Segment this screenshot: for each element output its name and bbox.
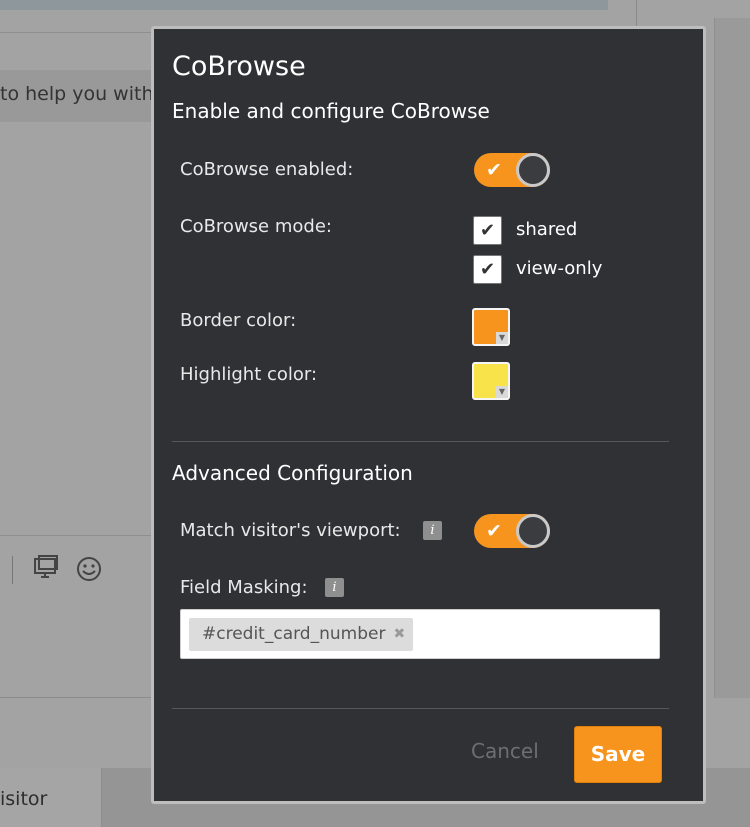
field-masking-input[interactable]: #credit_card_number ✖ (180, 609, 660, 659)
chat-message: to help you with (0, 70, 170, 122)
mask-tag-label: #credit_card_number (202, 624, 386, 644)
view-only-checkbox[interactable]: ✔ (473, 255, 502, 284)
highlight-color-label: Highlight color: (180, 364, 318, 385)
highlight-color-picker[interactable]: ▼ (472, 362, 510, 400)
shared-label: shared (516, 219, 578, 240)
toggle-knob (516, 514, 550, 548)
info-icon[interactable]: i (423, 521, 442, 540)
visitor-tab[interactable]: isitor (0, 768, 102, 827)
check-icon: ✔ (479, 259, 496, 280)
dialog-title: CoBrowse (172, 51, 306, 82)
info-icon[interactable]: i (325, 578, 344, 597)
match-viewport-label: Match visitor's viewport: (180, 520, 401, 541)
divider (172, 441, 669, 442)
chat-message-text: to help you with (0, 83, 154, 105)
cobrowse-dialog: CoBrowse Enable and configure CoBrowse C… (151, 26, 706, 804)
mask-tag: #credit_card_number ✖ (189, 618, 414, 651)
visitor-tab-label: isitor (0, 788, 48, 810)
view-only-label: view-only (516, 258, 603, 279)
dropdown-arrow-icon: ▼ (496, 332, 508, 344)
save-button[interactable]: Save (574, 726, 662, 783)
right-panel (714, 18, 750, 698)
cancel-button[interactable]: Cancel (471, 739, 539, 763)
cobrowse-mode-label: CoBrowse mode: (180, 216, 332, 237)
border-color-label: Border color: (180, 310, 297, 331)
emoji-icon[interactable] (74, 555, 104, 585)
shared-checkbox[interactable]: ✔ (473, 216, 502, 245)
check-icon: ✔ (486, 520, 502, 542)
check-icon: ✔ (486, 159, 502, 181)
check-icon: ✔ (479, 220, 496, 241)
remove-tag-icon[interactable]: ✖ (393, 618, 405, 651)
cobrowse-enabled-toggle[interactable]: ✔ (474, 153, 550, 187)
advanced-title: Advanced Configuration (172, 461, 413, 485)
dropdown-arrow-icon: ▼ (496, 386, 508, 398)
screen-share-icon[interactable] (31, 555, 61, 585)
border-color-picker[interactable]: ▼ (472, 308, 510, 346)
cobrowse-enabled-label: CoBrowse enabled: (180, 159, 354, 180)
field-masking-label: Field Masking: (180, 577, 308, 598)
section-title: Enable and configure CoBrowse (172, 99, 490, 123)
top-bar (0, 0, 608, 10)
match-viewport-toggle[interactable]: ✔ (474, 514, 550, 548)
toggle-knob (516, 153, 550, 187)
toolbar-separator (12, 556, 13, 584)
divider (172, 708, 669, 709)
